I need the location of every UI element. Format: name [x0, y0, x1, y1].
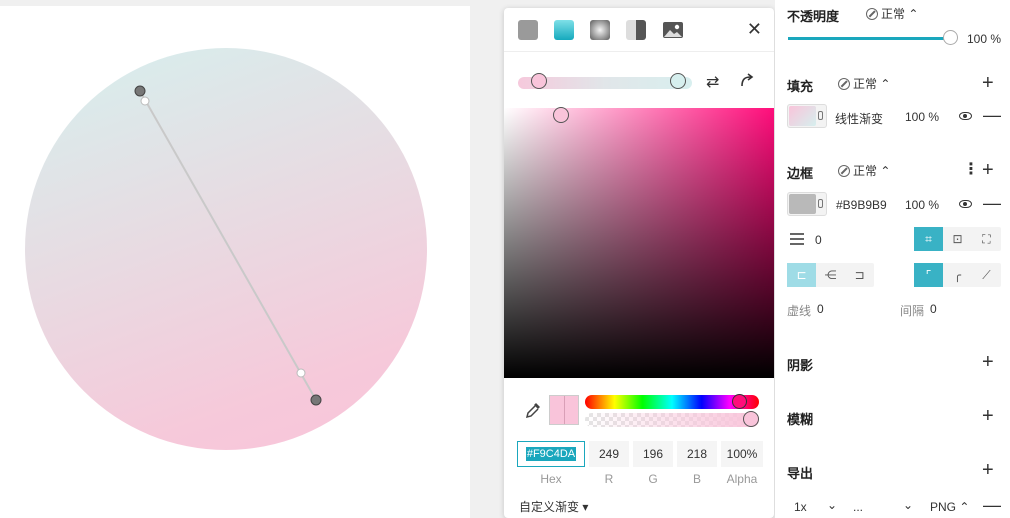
export-scale-chevron-icon[interactable]: ⌄	[827, 498, 837, 512]
color-value-inputs: #F9C4DA 249 196 218 100%	[517, 441, 763, 467]
border-center-icon[interactable]: ⊡	[943, 227, 972, 251]
dash-label: 虚线	[787, 304, 812, 318]
remove-border-icon[interactable]: —	[983, 194, 1001, 212]
green-input[interactable]: 196	[633, 441, 673, 467]
border-opacity[interactable]: 100 %	[905, 198, 939, 212]
fill-type-label[interactable]: 线性渐变	[835, 110, 883, 127]
border-width-icon	[790, 233, 804, 245]
gradient-stop-1[interactable]	[531, 73, 547, 89]
export-format-select[interactable]: PNG ⌃	[930, 500, 969, 514]
rotate-gradient-icon[interactable]	[738, 71, 756, 89]
angular-gradient-icon[interactable]	[626, 19, 646, 40]
border-swatch	[789, 194, 816, 214]
gap-value[interactable]: 0	[930, 302, 937, 316]
border-position-group: ⌗ ⊡ ⛶	[914, 227, 1001, 251]
fill-swatch	[789, 106, 816, 126]
border-join-group: ⌜ ╭ ⟋	[914, 263, 1001, 287]
fill-blend-mode[interactable]: 正常 ⌃	[838, 75, 890, 92]
border-title: 边框	[787, 166, 814, 181]
hue-handle[interactable]	[732, 394, 747, 409]
linear-gradient-icon[interactable]	[554, 19, 574, 40]
color-value-labels: Hex R G B Alpha	[517, 472, 763, 486]
add-border-icon[interactable]: +	[982, 160, 994, 180]
radial-gradient-icon[interactable]	[590, 19, 610, 40]
saturation-value-handle[interactable]	[553, 107, 569, 123]
blur-title: 模糊	[787, 412, 814, 427]
opacity-slider[interactable]	[788, 37, 950, 40]
inspector-panel: 不透明度 正常 ⌃ 100 % 填充 正常 ⌃ + 线性渐变 100 % — 边…	[775, 0, 1010, 518]
hex-label: Hex	[540, 472, 562, 486]
border-blend-mode[interactable]: 正常 ⌃	[838, 162, 890, 179]
image-fill-icon[interactable]	[662, 21, 684, 39]
blue-input[interactable]: 218	[677, 441, 717, 467]
blend-mode-icon	[838, 77, 850, 90]
dash-value[interactable]: 0	[817, 302, 824, 316]
g-label: G	[648, 472, 658, 486]
opacity-slider-knob[interactable]	[943, 30, 958, 45]
blend-mode-icon	[838, 164, 850, 177]
join-bevel-icon[interactable]: ⟋	[972, 263, 1001, 287]
cap-square-icon[interactable]: ⊐	[845, 263, 874, 287]
current-color-swatch	[549, 395, 579, 425]
join-round-icon[interactable]: ╭	[943, 263, 972, 287]
r-label: R	[604, 472, 614, 486]
border-swatch-lock-icon	[818, 199, 823, 208]
close-icon[interactable]: ✕	[747, 20, 762, 38]
eyedropper-icon[interactable]	[523, 400, 543, 420]
solid-fill-icon[interactable]	[518, 19, 538, 40]
fill-type-tabs	[504, 8, 774, 52]
export-scale-select[interactable]: 1x	[794, 500, 807, 514]
fill-title: 填充	[787, 79, 814, 94]
opacity-mode-label: 正常 ⌃	[881, 7, 919, 21]
export-suffix-chevron-icon[interactable]: ⌄	[903, 498, 913, 512]
export-title: 导出	[787, 466, 814, 481]
opacity-title: 不透明度	[787, 9, 840, 24]
border-cap-group: ⊏ ⋲ ⊐	[787, 263, 874, 287]
swap-stops-icon[interactable]: ⇄	[706, 72, 719, 92]
add-fill-icon[interactable]: +	[982, 73, 994, 93]
gradient-stops-row: ⇄	[518, 72, 764, 92]
border-more-icon[interactable]: ⋮	[963, 162, 979, 178]
cap-butt-icon[interactable]: ⊏	[787, 263, 816, 287]
add-export-icon[interactable]: +	[982, 460, 994, 480]
fill-mode-label: 正常 ⌃	[853, 77, 891, 91]
remove-export-icon[interactable]: —	[983, 496, 1001, 514]
ellipse-shape[interactable]	[25, 48, 427, 450]
border-width-value[interactable]: 0	[815, 233, 822, 247]
color-picker-popover: ✕ ⇄ #F9C4DA 249 196 218 100% Hex R G B A…	[504, 8, 774, 518]
opacity-value[interactable]: 100 %	[967, 32, 1001, 46]
export-suffix-input[interactable]: ...	[853, 500, 863, 514]
join-miter-icon[interactable]: ⌜	[914, 263, 943, 287]
alpha-input[interactable]: 100%	[721, 441, 763, 467]
border-visibility-eye-icon[interactable]	[959, 200, 972, 208]
border-inside-icon[interactable]: ⌗	[914, 227, 943, 251]
cap-round-icon[interactable]: ⋲	[816, 263, 845, 287]
add-blur-icon[interactable]: +	[982, 406, 994, 426]
gap-label: 间隔	[900, 304, 925, 318]
border-mode-label: 正常 ⌃	[853, 164, 891, 178]
alpha-label: Alpha	[726, 472, 758, 486]
fill-swatch-lock-icon	[818, 111, 823, 120]
remove-fill-icon[interactable]: —	[983, 106, 1001, 124]
alpha-slider[interactable]	[585, 413, 759, 427]
fill-swatch-button[interactable]	[787, 104, 827, 128]
gradient-stop-2[interactable]	[670, 73, 686, 89]
alpha-handle[interactable]	[743, 411, 759, 427]
border-outside-icon[interactable]: ⛶	[972, 227, 1001, 251]
canvas[interactable]	[0, 0, 505, 518]
fill-opacity[interactable]: 100 %	[905, 110, 939, 124]
border-color-hex[interactable]: #B9B9B9	[836, 198, 887, 212]
opacity-blend-mode[interactable]: 正常 ⌃	[866, 5, 918, 22]
custom-gradient-dropdown[interactable]: 自定义渐变 ▾	[519, 498, 588, 515]
b-label: B	[692, 472, 701, 486]
fill-visibility-eye-icon[interactable]	[959, 112, 972, 120]
saturation-value-area[interactable]	[504, 108, 774, 378]
hex-input[interactable]: #F9C4DA	[517, 441, 585, 467]
shadow-title: 阴影	[787, 358, 814, 373]
border-swatch-button[interactable]	[787, 192, 827, 216]
add-shadow-icon[interactable]: +	[982, 352, 994, 372]
blend-mode-icon	[866, 7, 878, 20]
red-input[interactable]: 249	[589, 441, 629, 467]
